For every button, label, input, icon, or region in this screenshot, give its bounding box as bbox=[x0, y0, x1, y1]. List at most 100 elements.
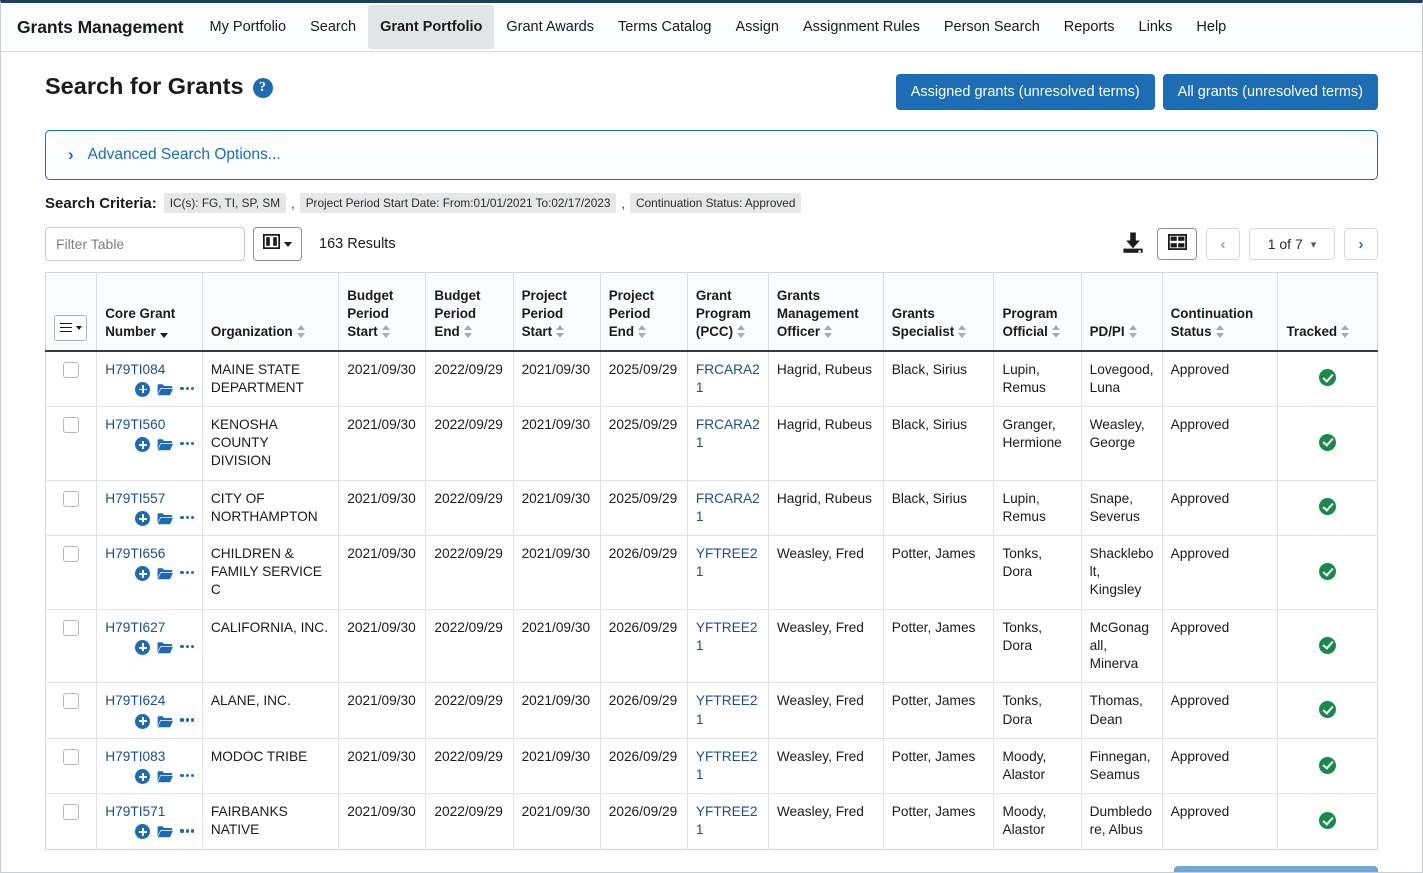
core-grant-number-link[interactable]: H79TI557 bbox=[105, 490, 194, 508]
ellipsis-icon[interactable] bbox=[180, 571, 194, 576]
column-header-continuation-status[interactable]: Continuation Status bbox=[1162, 272, 1279, 352]
core-grant-number-link[interactable]: H79TI627 bbox=[105, 619, 194, 637]
previous-page-button[interactable]: ‹ bbox=[1206, 228, 1240, 260]
row-checkbox[interactable] bbox=[63, 748, 80, 765]
folder-open-icon[interactable] bbox=[157, 825, 174, 838]
column-header-project-period-start[interactable]: Project Period Start bbox=[513, 272, 601, 352]
core-grant-number-link[interactable]: H79TI083 bbox=[105, 748, 194, 766]
pcc-link[interactable]: YFTREE21 bbox=[696, 693, 758, 726]
ellipsis-icon[interactable] bbox=[180, 442, 194, 447]
row-checkbox[interactable] bbox=[63, 361, 80, 378]
nav-item-reports[interactable]: Reports bbox=[1052, 6, 1127, 49]
hamburger-menu-icon[interactable] bbox=[54, 314, 87, 341]
column-header-tracked[interactable]: Tracked bbox=[1277, 272, 1378, 352]
plus-circle-icon[interactable] bbox=[135, 566, 151, 582]
nav-item-search[interactable]: Search bbox=[298, 6, 368, 49]
table-row: H79TI571 FAIRBANKS NATIVE 2021/09/30 2022/0… bbox=[45, 793, 1378, 850]
folder-open-icon[interactable] bbox=[157, 438, 174, 451]
core-grant-number-link[interactable]: H79TI560 bbox=[105, 416, 194, 434]
plus-circle-icon[interactable] bbox=[135, 713, 151, 729]
sort-indicator-icon bbox=[958, 324, 967, 338]
nav-item-grant-awards[interactable]: Grant Awards bbox=[494, 6, 606, 49]
column-header-budget-period-start[interactable]: Budget Period Start bbox=[338, 272, 427, 352]
column-header-budget-period-end[interactable]: Budget Period End bbox=[425, 272, 514, 352]
folder-open-icon[interactable] bbox=[157, 567, 174, 580]
nav-item-links[interactable]: Links bbox=[1127, 6, 1185, 49]
column-header-project-period-end[interactable]: Project Period End bbox=[600, 272, 688, 352]
folder-open-icon[interactable] bbox=[157, 715, 174, 728]
plus-circle-icon[interactable] bbox=[135, 769, 151, 784]
column-header-grants-management-officer[interactable]: Grants Management Officer bbox=[768, 272, 884, 352]
column-header-core-grant-number[interactable]: Core Grant Number bbox=[96, 272, 203, 352]
continuation-status-cell: Approved bbox=[1162, 406, 1279, 481]
pd-pi-cell: Lovegood, Luna bbox=[1081, 350, 1163, 407]
column-chooser-button[interactable] bbox=[253, 227, 302, 261]
core-grant-number-link[interactable]: H79TI084 bbox=[105, 361, 194, 379]
nav-item-assign[interactable]: Assign bbox=[723, 6, 791, 49]
project-end-cell: 2025/09/29 bbox=[600, 406, 688, 481]
row-checkbox[interactable] bbox=[63, 693, 80, 710]
column-header-organization[interactable]: Organization bbox=[202, 272, 340, 352]
row-checkbox[interactable] bbox=[63, 804, 80, 821]
grants-specialist-cell: Potter, James bbox=[883, 793, 995, 850]
ellipsis-icon[interactable] bbox=[180, 386, 194, 392]
pcc-link[interactable]: YFTREE21 bbox=[696, 546, 758, 579]
row-checkbox[interactable] bbox=[63, 416, 80, 433]
grid-view-button[interactable] bbox=[1157, 228, 1197, 260]
nav-item-help[interactable]: Help bbox=[1184, 6, 1238, 49]
question-mark-icon[interactable]: ? bbox=[252, 77, 273, 98]
budget-end-cell: 2022/09/29 bbox=[425, 350, 514, 407]
criteria-separator: , bbox=[291, 195, 295, 211]
row-select-cell bbox=[45, 350, 98, 407]
table-row: H79TI557 CITY OF NORTHAMPTON 2021/09/30 202… bbox=[45, 480, 1378, 537]
all-grants-button[interactable]: All grants (unresolved terms) bbox=[1162, 74, 1378, 110]
plus-circle-icon[interactable] bbox=[135, 639, 151, 655]
plus-circle-icon[interactable] bbox=[135, 437, 151, 453]
ellipsis-icon[interactable] bbox=[180, 829, 194, 834]
assigned-grants-button[interactable]: Assigned grants (unresolved terms) bbox=[895, 74, 1155, 110]
project-end-cell: 2026/09/29 bbox=[600, 793, 688, 850]
criteria-separator: , bbox=[621, 195, 626, 211]
pcc-link[interactable]: FRCARA21 bbox=[696, 491, 760, 524]
row-checkbox[interactable] bbox=[63, 490, 80, 507]
pcc-link[interactable]: FRCARA21 bbox=[696, 417, 760, 450]
nav-item-my-portfolio[interactable]: My Portfolio bbox=[198, 6, 299, 49]
ellipsis-icon[interactable] bbox=[180, 644, 194, 650]
plus-circle-icon[interactable] bbox=[135, 381, 151, 397]
folder-open-icon[interactable] bbox=[157, 383, 174, 396]
folder-open-icon[interactable] bbox=[157, 641, 174, 654]
plus-circle-icon[interactable] bbox=[135, 824, 151, 840]
pcc-link[interactable]: YFTREE21 bbox=[696, 749, 758, 782]
nav-item-person-search[interactable]: Person Search bbox=[932, 6, 1052, 49]
pcc-link[interactable]: YFTREE21 bbox=[696, 804, 758, 837]
column-header-grant-program-pcc[interactable]: Grant Program (PCC) bbox=[687, 272, 769, 352]
pcc-link[interactable]: FRCARA21 bbox=[696, 362, 760, 395]
column-header-grants-specialist[interactable]: Grants Specialist bbox=[883, 272, 995, 352]
plus-circle-icon[interactable] bbox=[135, 510, 151, 526]
folder-open-icon[interactable] bbox=[157, 770, 174, 783]
ellipsis-icon[interactable] bbox=[180, 718, 194, 723]
ellipsis-icon[interactable] bbox=[180, 773, 194, 779]
project-end-cell: 2026/09/29 bbox=[600, 738, 688, 795]
advanced-search-options-panel[interactable]: › Advanced Search Options... bbox=[45, 130, 1378, 180]
pcc-link[interactable]: YFTREE21 bbox=[696, 620, 758, 653]
nav-item-assignment-rules[interactable]: Assignment Rules bbox=[791, 6, 932, 49]
core-grant-number-link[interactable]: H79TI571 bbox=[105, 803, 194, 821]
grants-specialist-cell: Black, Sirius bbox=[883, 350, 995, 407]
grants-specialist-cell: Black, Sirius bbox=[883, 406, 995, 481]
nav-item-grant-portfolio[interactable]: Grant Portfolio bbox=[368, 4, 495, 50]
next-page-button[interactable]: › bbox=[1344, 228, 1378, 260]
filter-table-input[interactable] bbox=[45, 227, 245, 261]
core-grant-number-link[interactable]: H79TI656 bbox=[105, 545, 194, 563]
core-grant-number-link[interactable]: H79TI624 bbox=[105, 692, 194, 710]
download-button[interactable] bbox=[1118, 231, 1148, 258]
row-checkbox[interactable] bbox=[63, 619, 80, 636]
row-checkbox[interactable] bbox=[63, 546, 80, 563]
ellipsis-icon[interactable] bbox=[180, 515, 194, 521]
generate-correspondence-button[interactable]: Generate Correspondence bbox=[1174, 865, 1378, 872]
column-header-program-official[interactable]: Program Official bbox=[993, 272, 1082, 352]
page-selector[interactable]: 1 of 7 ▾ bbox=[1249, 228, 1335, 260]
nav-item-terms-catalog[interactable]: Terms Catalog bbox=[606, 6, 723, 49]
folder-open-icon[interactable] bbox=[157, 512, 174, 525]
column-header-pd-pi[interactable]: PD/PI bbox=[1081, 272, 1163, 352]
